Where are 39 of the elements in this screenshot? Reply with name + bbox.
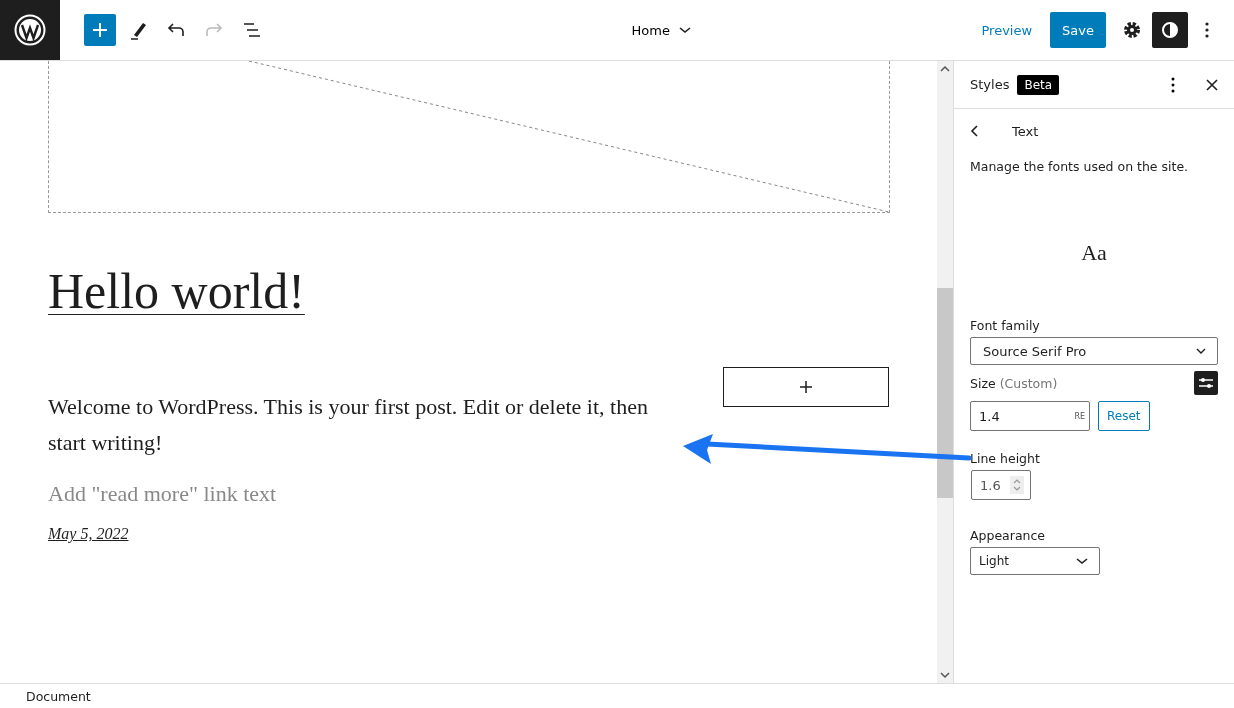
section-title: Text	[1012, 123, 1039, 139]
typography-preview: Aa	[1081, 240, 1107, 266]
field-label: Line height	[970, 451, 1040, 466]
beta-badge: Beta	[1017, 74, 1060, 95]
more-options-icon[interactable]	[1204, 20, 1210, 40]
custom-size-toggle[interactable]	[1194, 371, 1218, 395]
plus-icon	[799, 380, 813, 394]
breadcrumb[interactable]: Document	[26, 688, 91, 704]
field-label: Font family	[970, 318, 1040, 333]
description: Manage the fonts used on the site.	[970, 159, 1189, 174]
panel-title: Styles	[970, 77, 1010, 92]
line-height-input[interactable]: 1.6	[971, 470, 1031, 500]
appearance-select[interactable]: Light	[970, 547, 1100, 575]
preview-button[interactable]: Preview	[975, 21, 1039, 39]
post-date[interactable]: May 5, 2022	[48, 525, 129, 543]
document-title-dropdown[interactable]: Home	[625, 21, 698, 39]
read-more-placeholder[interactable]: Add "read more" link text	[48, 481, 889, 507]
back-icon[interactable]	[970, 124, 980, 138]
wordpress-icon	[14, 14, 46, 46]
custom-note: (Custom)	[999, 375, 1058, 391]
add-block-button[interactable]	[723, 367, 889, 407]
close-icon[interactable]	[1206, 78, 1218, 91]
contrast-icon	[1160, 20, 1180, 40]
post-excerpt: Welcome to WordPress. This is your first post. Edit or delete it, then start writing!	[48, 393, 649, 457]
save-button[interactable]: Save	[1050, 12, 1106, 48]
post-title[interactable]: Hello world!	[48, 261, 305, 321]
more-options-icon[interactable]	[1170, 75, 1176, 94]
scroll-up-icon[interactable]	[940, 65, 950, 73]
reset-button[interactable]: Reset	[1098, 401, 1150, 431]
field-label: Size	[970, 375, 996, 391]
scroll-down-icon[interactable]	[940, 671, 950, 679]
wordpress-logo[interactable]	[0, 0, 60, 60]
font-family-select[interactable]: Source Serif Pro	[970, 337, 1218, 365]
plus-icon	[91, 21, 109, 39]
field-label: Appearance	[970, 528, 1046, 543]
sliders-icon	[1198, 375, 1214, 391]
settings-icon[interactable]	[1122, 20, 1142, 40]
styles-button[interactable]	[1152, 12, 1188, 48]
size-input[interactable]: 1.4 RE	[970, 401, 1090, 431]
